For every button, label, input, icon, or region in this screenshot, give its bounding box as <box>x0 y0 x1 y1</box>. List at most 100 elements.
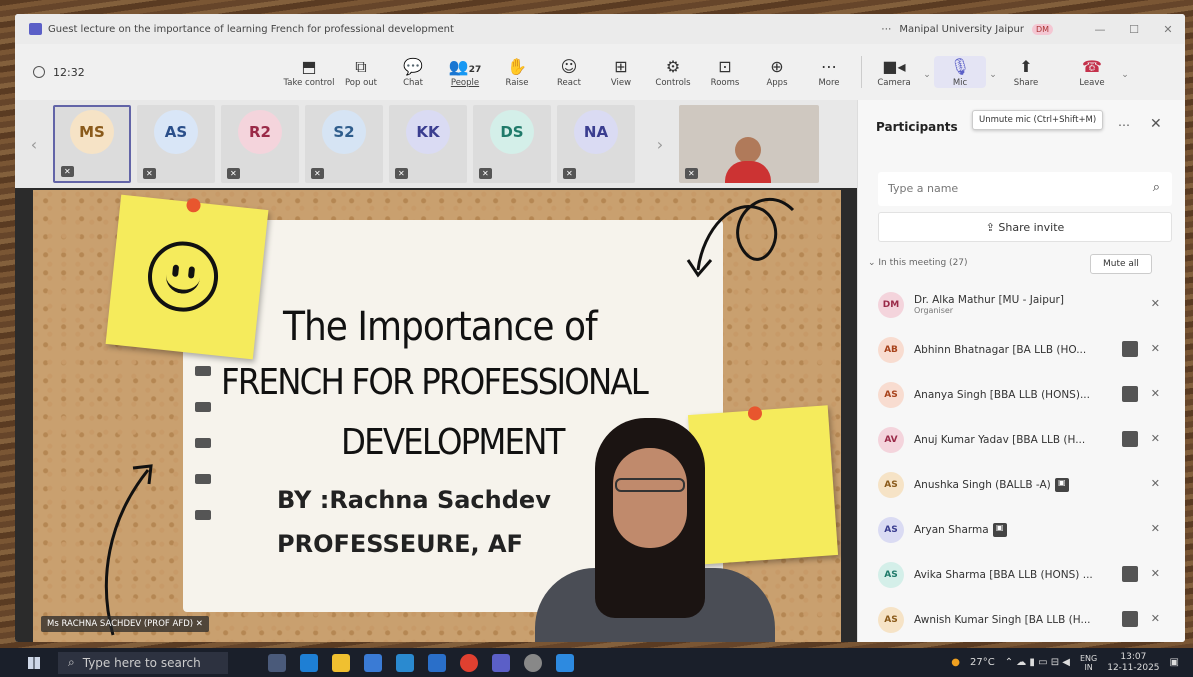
maximize-button[interactable]: ☐ <box>1117 23 1151 36</box>
mic-off-icon[interactable]: ✕ <box>1151 432 1160 445</box>
participant-row[interactable]: AS Anushka Singh (BALLB -A) ▣ ✕ <box>878 462 1178 507</box>
raise-hand-button[interactable]: ✋ Raise <box>491 56 543 88</box>
photos-icon[interactable] <box>428 653 446 672</box>
camera-icon <box>1122 566 1138 582</box>
strip-prev-chevron-icon[interactable]: ‹ <box>15 135 53 154</box>
temperature[interactable]: 27°C <box>970 657 995 668</box>
participant-row[interactable]: AV Anuj Kumar Yadav [BBA LLB (H... ✕ <box>878 417 1178 462</box>
file-explorer-icon[interactable] <box>332 653 350 672</box>
participant-row[interactable]: AB Abhinn Bhatnagar [BA LLB (HO... ✕ <box>878 327 1178 372</box>
participant-name: Avika Sharma [BBA LLB (HONS) ... <box>914 569 1093 581</box>
participant-tile[interactable]: MS ✕ <box>53 105 131 183</box>
camera-button[interactable]: ■◂ Camera <box>868 56 920 88</box>
mic-off-icon[interactable]: ✕ <box>1151 297 1160 310</box>
participant-search-input[interactable]: Type a name ⌕ <box>878 172 1172 206</box>
mic-off-icon[interactable]: ✕ <box>1151 387 1160 400</box>
mic-off-icon[interactable]: ✕ <box>1151 522 1160 535</box>
participant-name-text: Avika Sharma [BBA LLB (HONS) ... <box>914 568 1093 581</box>
panel-more-icon[interactable]: ⋯ <box>1118 118 1130 132</box>
camera-icon: ■◂ <box>882 57 906 76</box>
mail-icon[interactable] <box>396 653 414 672</box>
participant-info: Abhinn Bhatnagar [BA LLB (HO... <box>914 344 1086 356</box>
react-button[interactable]: ☺ React <box>543 56 595 88</box>
rooms-button[interactable]: ⊡ Rooms <box>699 56 751 88</box>
people-button[interactable]: 👥27 People <box>439 56 491 88</box>
store-icon[interactable] <box>364 653 382 672</box>
close-window-button[interactable]: ✕ <box>1151 23 1185 36</box>
outlook-icon[interactable] <box>556 653 574 672</box>
avatar: AS <box>154 109 198 154</box>
share-invite-icon: ⇪ <box>985 221 999 234</box>
participant-row[interactable]: AS Avika Sharma [BBA LLB (HONS) ... ✕ <box>878 552 1178 597</box>
teams-icon[interactable] <box>492 653 510 672</box>
leave-options-chevron-icon[interactable]: ⌄ <box>1118 70 1132 80</box>
account-avatar[interactable]: DM <box>1031 23 1053 35</box>
windows-start-icon[interactable] <box>28 656 40 669</box>
notifications-icon[interactable]: ▣ <box>1170 657 1179 668</box>
participant-row[interactable]: AS Awnish Kumar Singh [BA LLB (H... ✕ <box>878 597 1178 642</box>
chat-button[interactable]: 💬 Chat <box>387 56 439 88</box>
mute-all-button[interactable]: Mute all <box>1090 254 1152 274</box>
participant-tile[interactable]: S2 ✕ <box>305 105 383 183</box>
taskbar-search-placeholder: Type here to search <box>82 655 201 670</box>
taskbar-search-input[interactable]: ⌕ Type here to search <box>58 651 228 674</box>
taskbar-apps <box>268 653 574 672</box>
people-label: People <box>450 78 480 88</box>
taskbar-clock[interactable]: 13:07 12-11-2025 <box>1107 652 1159 674</box>
take-control-button[interactable]: ⬒ Take control <box>283 56 335 88</box>
language-indicator[interactable]: ENG IN <box>1080 654 1097 672</box>
clock-date: 12-11-2025 <box>1107 662 1160 673</box>
meeting-toolbar: 12:32 ⬒ Take control ⧉ Pop out 💬 Chat 👥27 Pe… <box>15 44 1185 100</box>
panel-title: Participants <box>876 120 958 134</box>
apps-button[interactable]: ⊕ Apps <box>751 56 803 88</box>
mic-off-icon[interactable]: ✕ <box>1151 342 1160 355</box>
participant-tile[interactable]: NA ✕ <box>557 105 635 183</box>
participant-tile[interactable]: KK ✕ <box>389 105 467 183</box>
camera-icon <box>1122 431 1138 447</box>
more-dots-icon[interactable]: ⋯ <box>881 24 891 35</box>
camera-options-chevron-icon[interactable]: ⌄ <box>920 70 934 80</box>
chrome-icon[interactable] <box>460 653 478 672</box>
controls-button[interactable]: ⚙ Controls <box>647 56 699 88</box>
avatar: AV <box>878 426 904 453</box>
raise-label: Raise <box>505 78 529 88</box>
mic-off-icon[interactable]: ✕ <box>1151 567 1160 580</box>
in-meeting-header[interactable]: ⌄ In this meeting (27) <box>868 258 968 268</box>
participant-tile[interactable]: DS ✕ <box>473 105 551 183</box>
mic-options-chevron-icon[interactable]: ⌄ <box>986 70 1000 80</box>
more-button[interactable]: ⋯ More <box>803 56 855 88</box>
mic-off-icon[interactable]: ✕ <box>1151 612 1160 625</box>
shared-slide: The Importance of FRENCH FOR PROFESSIONA… <box>33 190 841 642</box>
mic-off-icon[interactable]: ✕ <box>1151 477 1160 490</box>
strip-next-chevron-icon[interactable]: › <box>641 135 679 154</box>
participant-tile[interactable]: AS ✕ <box>137 105 215 183</box>
participant-tile[interactable]: R2 ✕ <box>221 105 299 183</box>
participant-row[interactable]: AS Aryan Sharma ▣ ✕ <box>878 507 1178 552</box>
camera-label: Camera <box>877 78 911 88</box>
edge-icon[interactable] <box>300 653 318 672</box>
org-name[interactable]: Manipal University Jaipur <box>899 24 1024 35</box>
avatar: S2 <box>322 109 366 154</box>
avatar: AB <box>878 336 904 363</box>
pop-out-button[interactable]: ⧉ Pop out <box>335 56 387 88</box>
minimize-button[interactable]: — <box>1083 23 1117 36</box>
panel-close-icon[interactable]: ✕ <box>1150 116 1162 132</box>
settings-gear-icon[interactable] <box>524 653 542 672</box>
participant-row[interactable]: DM Dr. Alka Mathur [MU - Jaipur] Organis… <box>878 282 1178 327</box>
mic-button[interactable]: 🎙 Mic <box>934 56 986 88</box>
mic-off-icon: ✕ <box>195 619 203 629</box>
presenter-glasses <box>615 478 685 492</box>
chat-icon: 💬 <box>403 57 423 76</box>
share-invite-button[interactable]: ⇪ Share invite <box>878 212 1172 242</box>
tray-icons[interactable]: ⌃ ☁ ▮ ▭ ⊟ ◀ <box>1005 657 1070 668</box>
presenter-video-tile[interactable]: ✕ <box>679 105 819 183</box>
participant-row[interactable]: AS Ananya Singh [BBA LLB (HONS)... ✕ <box>878 372 1178 417</box>
mic-off-icon: ✕ <box>61 166 74 177</box>
participant-info: Aryan Sharma ▣ <box>914 522 1007 537</box>
view-button[interactable]: ⊞ View <box>595 56 647 88</box>
leave-button[interactable]: ☎ Leave <box>1066 56 1118 88</box>
mic-label: Mic <box>952 78 968 88</box>
task-view-icon[interactable] <box>268 653 286 672</box>
share-button[interactable]: ⬆ Share <box>1000 56 1052 88</box>
avatar: MS <box>70 110 114 155</box>
